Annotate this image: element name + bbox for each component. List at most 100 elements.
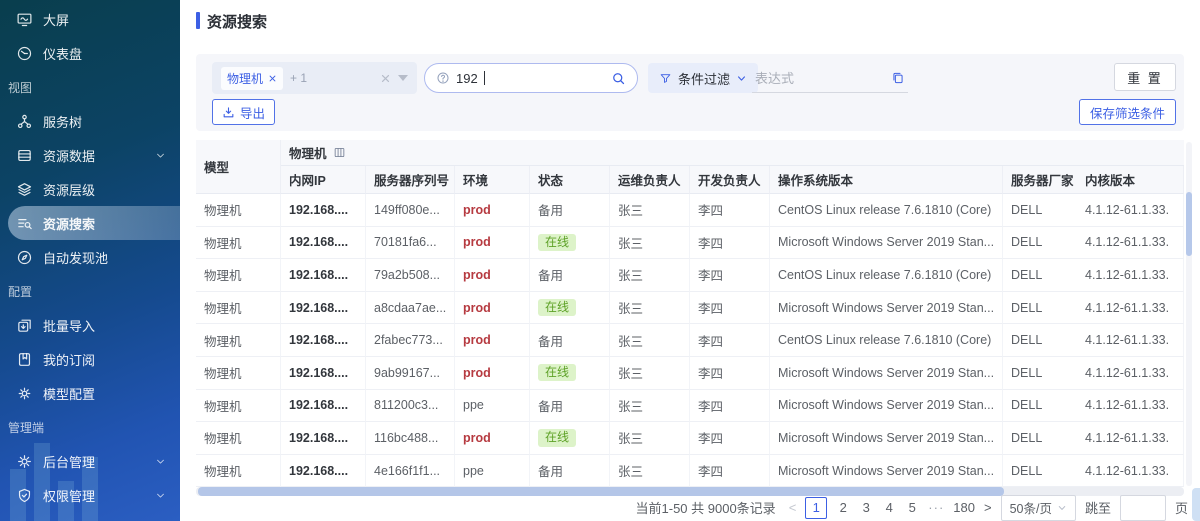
cell-os-version: Microsoft Windows Server 2019 Stan... <box>770 422 1003 455</box>
page-number-3[interactable]: 3 <box>859 500 873 515</box>
cell-env: ppe <box>455 455 530 488</box>
prev-page-button[interactable]: < <box>789 500 797 515</box>
model-select[interactable]: 物理机 + 1 <box>212 62 417 94</box>
sidebar-item-label: 模型配置 <box>43 384 95 403</box>
cell-intranet-ip: 192.168.... <box>281 390 366 423</box>
sidebar-item-权限管理[interactable]: 权限管理 <box>0 478 180 512</box>
expression-copy-icon[interactable] <box>891 71 905 85</box>
chevron-down-icon <box>155 456 166 467</box>
cell-serial: 149ff080e... <box>366 194 455 227</box>
tree-icon <box>16 113 33 130</box>
sidebar-item-后台管理[interactable]: 后台管理 <box>0 444 180 478</box>
cell-status: 在线 <box>530 227 610 260</box>
group-header-label: 物理机 <box>289 143 327 162</box>
status-badge: 在线 <box>538 299 576 316</box>
cell-status: 备用 <box>530 259 610 292</box>
cell-os-version: Microsoft Windows Server 2019 Stan... <box>770 292 1003 325</box>
next-page-button[interactable]: > <box>984 500 992 515</box>
vertical-scrollbar-thumb[interactable] <box>1186 192 1192 256</box>
column-header: 服务器序列号 <box>366 166 455 194</box>
save-filter-button[interactable]: 保存筛选条件 <box>1079 99 1176 125</box>
cell-status: 备用 <box>530 194 610 227</box>
cell-serial: 4e166f1f1... <box>366 455 455 488</box>
column-header-model: 模型 <box>196 140 281 194</box>
sidebar-item-资源数据[interactable]: 资源数据 <box>0 138 180 172</box>
sidebar-item-自动发现池[interactable]: 自动发现池 <box>0 240 180 274</box>
column-header: 环境 <box>455 166 530 194</box>
cell-status: 备用 <box>530 455 610 488</box>
sidebar-item-仪表盘[interactable]: 仪表盘 <box>0 36 180 70</box>
sidebar-item-批量导入[interactable]: 批量导入 <box>0 308 180 342</box>
sidebar-item-资源层级[interactable]: 资源层级 <box>0 172 180 206</box>
jump-page-input[interactable] <box>1120 495 1166 521</box>
search-input[interactable]: 192 <box>424 63 638 93</box>
sidebar-item-模型配置[interactable]: 模型配置 <box>0 376 180 410</box>
cell-kernel-version: 4.1.12-61.1.33. <box>1077 324 1184 357</box>
column-header: 内网IP <box>281 166 366 194</box>
sidebar-item-label: 我的订阅 <box>43 350 95 369</box>
sidebar-item-label: 权限管理 <box>43 486 95 505</box>
cell-dev-owner: 李四 <box>690 194 770 227</box>
cell-intranet-ip: 192.168.... <box>281 227 366 260</box>
cell-dev-owner: 李四 <box>690 357 770 390</box>
layers-icon <box>16 181 33 198</box>
cell-os-version: Microsoft Windows Server 2019 Stan... <box>770 227 1003 260</box>
sidebar-item-大屏[interactable]: 大屏 <box>0 2 180 36</box>
page-number-1[interactable]: 1 <box>805 497 827 519</box>
cell-intranet-ip: 192.168.... <box>281 324 366 357</box>
cell-intranet-ip: 192.168.... <box>281 259 366 292</box>
sidebar-item-label: 资源层级 <box>43 180 95 199</box>
expression-input[interactable]: 表达式 <box>752 63 908 93</box>
reset-button[interactable]: 重 置 <box>1114 63 1176 91</box>
cell-intranet-ip: 192.168.... <box>281 292 366 325</box>
cell-ops-owner: 张三 <box>610 194 690 227</box>
tag-remove-icon[interactable] <box>268 74 277 83</box>
cell-intranet-ip: 192.168.... <box>281 194 366 227</box>
cell-ops-owner: 张三 <box>610 259 690 292</box>
database-icon <box>16 147 33 164</box>
cell-intranet-ip: 192.168.... <box>281 357 366 390</box>
page-number-180[interactable]: 180 <box>953 500 975 515</box>
select-clear-icon[interactable] <box>380 73 391 84</box>
cell-env: prod <box>455 227 530 260</box>
sidebar-item-label: 大屏 <box>43 10 69 29</box>
cell-model: 物理机 <box>196 292 281 325</box>
export-button[interactable]: 导出 <box>212 99 275 125</box>
cell-vendor: DELL <box>1003 259 1077 292</box>
cell-env: ppe <box>455 390 530 423</box>
sidebar-item-资源搜索[interactable]: 资源搜索 <box>8 206 180 240</box>
column-header: 状态 <box>530 166 610 194</box>
cell-serial: 116bc488... <box>366 422 455 455</box>
cell-dev-owner: 李四 <box>690 227 770 260</box>
download-icon <box>222 106 235 119</box>
page-unit-label: 页 <box>1175 498 1188 517</box>
page-size-select[interactable]: 50条/页 <box>1001 495 1076 521</box>
cell-intranet-ip: 192.168.... <box>281 422 366 455</box>
export-label: 导出 <box>240 103 265 122</box>
cell-env: prod <box>455 292 530 325</box>
condition-filter-label: 条件过滤 <box>678 69 730 88</box>
cell-env: prod <box>455 357 530 390</box>
page-number-5[interactable]: 5 <box>905 500 919 515</box>
cell-intranet-ip: 192.168.... <box>281 455 366 488</box>
gear-icon <box>16 453 33 470</box>
page-number-2[interactable]: 2 <box>836 500 850 515</box>
cell-model: 物理机 <box>196 194 281 227</box>
cell-os-version: CentOS Linux release 7.6.1810 (Core) <box>770 194 1003 227</box>
search-icon[interactable] <box>611 71 626 86</box>
pagination: 当前1-50 共 9000条记录 < 12345···180 > 50条/页 跳… <box>636 495 1188 520</box>
page-number-4[interactable]: 4 <box>882 500 896 515</box>
sidebar-item-我的订阅[interactable]: 我的订阅 <box>0 342 180 376</box>
condition-filter-button[interactable]: 条件过滤 <box>648 63 758 93</box>
page-scrollbar[interactable] <box>1192 488 1200 521</box>
cell-dev-owner: 李四 <box>690 390 770 423</box>
cell-os-version: Microsoft Windows Server 2019 Stan... <box>770 357 1003 390</box>
cell-serial: 70181fa6... <box>366 227 455 260</box>
cell-serial: 811200c3... <box>366 390 455 423</box>
cell-serial: 2fabec773... <box>366 324 455 357</box>
compass-icon <box>16 249 33 266</box>
chevron-down-icon <box>155 150 166 161</box>
column-settings-icon[interactable] <box>333 146 346 159</box>
sidebar-item-服务树[interactable]: 服务树 <box>0 104 180 138</box>
cell-kernel-version: 4.1.12-61.1.33. <box>1077 455 1184 488</box>
